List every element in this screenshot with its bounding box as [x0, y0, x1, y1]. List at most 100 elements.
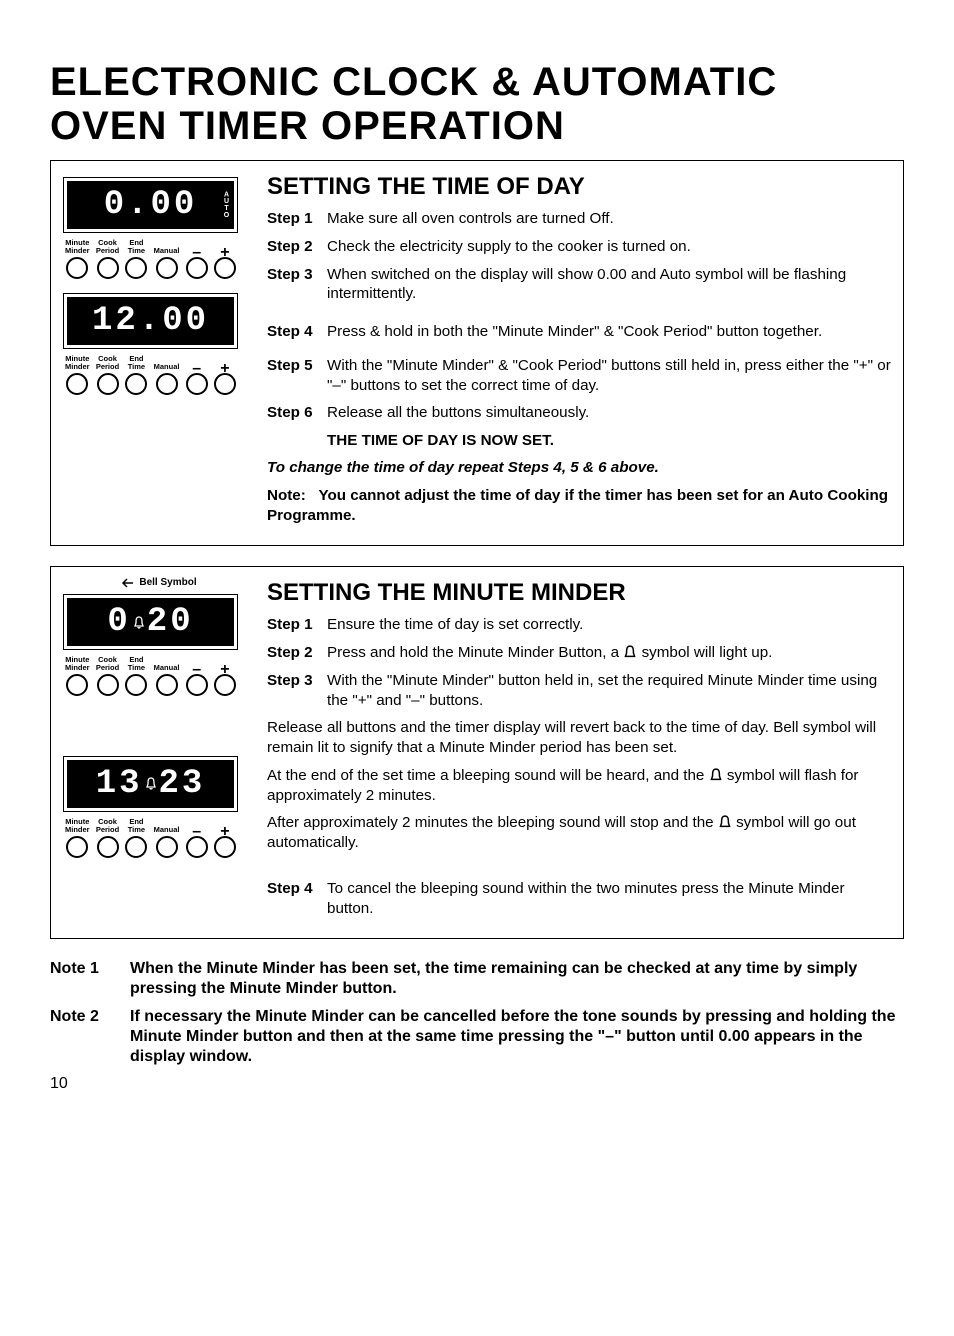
bell-label-text: Bell Symbol [139, 577, 196, 588]
para-end: At the end of the set time a bleeping so… [267, 766, 891, 806]
end-time-button[interactable] [125, 836, 147, 858]
step-label: Step 1 [267, 615, 327, 635]
para-stop: After approximately 2 minutes the bleepi… [267, 813, 891, 853]
cook-period-button[interactable] [97, 836, 119, 858]
minute-minder-button[interactable] [66, 257, 88, 279]
step-text: Press & hold in both the "Minute Minder"… [327, 322, 822, 342]
manual-button[interactable] [156, 257, 178, 279]
timer-display-2: 12.00 Minute Minder Cook Period End Time… [63, 293, 238, 395]
manual-button[interactable] [156, 836, 178, 858]
section-heading: SETTING THE MINUTE MINDER [267, 579, 891, 607]
step-label: Step 2 [267, 643, 327, 663]
btn-label: Minute Minder [65, 818, 90, 834]
display-value-1: 0.00 [104, 186, 198, 224]
step-text: Ensure the time of day is set correctly. [327, 615, 583, 635]
cook-period-button[interactable] [97, 373, 119, 395]
cook-period-button[interactable] [97, 257, 119, 279]
note-body: You cannot adjust the time of day if the… [267, 487, 888, 524]
change-note: To change the time of day repeat Steps 4… [267, 459, 891, 476]
timer-button-row: Minute Minder Cook Period End Time Manua… [63, 656, 238, 696]
note-2: Note 2 If necessary the Minute Minder ca… [50, 1007, 904, 1067]
bell-icon [145, 777, 157, 791]
manual-button[interactable] [156, 373, 178, 395]
step-text: When switched on the display will show 0… [327, 265, 891, 305]
step-2-tail: symbol will light up. [642, 644, 773, 661]
display-value-3: 020 [107, 603, 193, 641]
para3-head: After approximately 2 minutes the bleepi… [267, 814, 718, 831]
note-label: Note 2 [50, 1007, 130, 1067]
bell-outline-icon [709, 768, 723, 784]
timer-graphics-col: 0.00 AUTO Minute Minder Cook Period End … [63, 171, 253, 533]
section-minute-minder: Bell Symbol 020 Minute Minder Cook Perio… [50, 566, 904, 939]
note-text: If necessary the Minute Minder can be ca… [130, 1007, 904, 1067]
note-text: Note: You cannot adjust the time of day … [267, 486, 891, 526]
btn-label: Minute Minder [65, 239, 90, 255]
step-label: Step 6 [267, 403, 327, 423]
btn-label: Manual [154, 818, 180, 834]
btn-label: End Time [125, 656, 147, 672]
minute-minder-button[interactable] [66, 373, 88, 395]
step-label: Step 1 [267, 209, 327, 229]
timer-button-row: Minute Minder Cook Period End Time Manua… [63, 239, 238, 279]
para-release: Release all buttons and the timer displa… [267, 718, 891, 758]
bell-outline-icon [623, 645, 637, 661]
step-label: Step 3 [267, 671, 327, 711]
btn-label: Cook Period [96, 656, 119, 672]
para2-head: At the end of the set time a bleeping so… [267, 767, 709, 784]
step-text: Press and hold the Minute Minder Button,… [327, 643, 772, 663]
bell-icon [133, 616, 145, 630]
btn-label: End Time [125, 239, 147, 255]
btn-label: Minute Minder [65, 656, 90, 672]
step-text: With the "Minute Minder" & "Cook Period"… [327, 356, 891, 396]
step-text: Make sure all oven controls are turned O… [327, 209, 614, 229]
btn-label: + [214, 666, 236, 674]
btn-label: + [214, 365, 236, 373]
timer-button-row: Minute Minder Cook Period End Time Manua… [63, 355, 238, 395]
end-time-button[interactable] [125, 373, 147, 395]
step-text: With the "Minute Minder" button held in,… [327, 671, 891, 711]
display-value-4: 1323 [96, 765, 206, 803]
btn-label: Manual [154, 355, 180, 371]
timer-display-4: 1323 Minute Minder Cook Period End Time … [63, 756, 238, 858]
display-value-2: 12.00 [92, 302, 209, 340]
step-2-head: Press and hold the Minute Minder Button,… [327, 644, 623, 661]
btn-label: End Time [125, 355, 147, 371]
minute-minder-button[interactable] [66, 674, 88, 696]
btn-label: End Time [125, 818, 147, 834]
step-text: Release all the buttons simultaneously. [327, 403, 589, 423]
step-label: Step 5 [267, 356, 327, 396]
step-label: Step 4 [267, 322, 327, 342]
timer-display-3: 020 Minute Minder Cook Period End Time M… [63, 594, 238, 696]
step-label: Step 2 [267, 237, 327, 257]
minute-minder-button[interactable] [66, 836, 88, 858]
btn-label: Manual [154, 656, 180, 672]
arrow-icon [119, 578, 135, 588]
btn-label: Manual [154, 239, 180, 255]
btn-label: Cook Period [96, 818, 119, 834]
btn-label: + [214, 249, 236, 257]
step-text: Check the electricity supply to the cook… [327, 237, 691, 257]
end-time-button[interactable] [125, 674, 147, 696]
section-heading: SETTING THE TIME OF DAY [267, 173, 891, 201]
note-label: Note 1 [50, 959, 130, 999]
btn-label: – [186, 666, 208, 674]
end-time-button[interactable] [125, 257, 147, 279]
step-label: Step 4 [267, 879, 327, 919]
manual-button[interactable] [156, 674, 178, 696]
bell-symbol-callout: Bell Symbol [63, 577, 253, 588]
btn-label: Cook Period [96, 355, 119, 371]
page-title: ELECTRONIC CLOCK & AUTOMATIC OVEN TIMER … [50, 60, 904, 148]
note-text: When the Minute Minder has been set, the… [130, 959, 904, 999]
btn-label: Minute Minder [65, 355, 90, 371]
timer-graphics-col: Bell Symbol 020 Minute Minder Cook Perio… [63, 577, 253, 926]
cook-period-button[interactable] [97, 674, 119, 696]
step-label: Step 3 [267, 265, 327, 305]
bell-outline-icon [718, 815, 732, 831]
confirmation-text: THE TIME OF DAY IS NOW SET. [327, 431, 891, 451]
auto-indicator: AUTO [223, 191, 230, 218]
step-text: To cancel the bleeping sound within the … [327, 879, 891, 919]
timer-button-row: Minute Minder Cook Period End Time Manua… [63, 818, 238, 858]
note-label: Note: [267, 487, 306, 504]
section-time-of-day: 0.00 AUTO Minute Minder Cook Period End … [50, 160, 904, 546]
btn-label: Cook Period [96, 239, 119, 255]
